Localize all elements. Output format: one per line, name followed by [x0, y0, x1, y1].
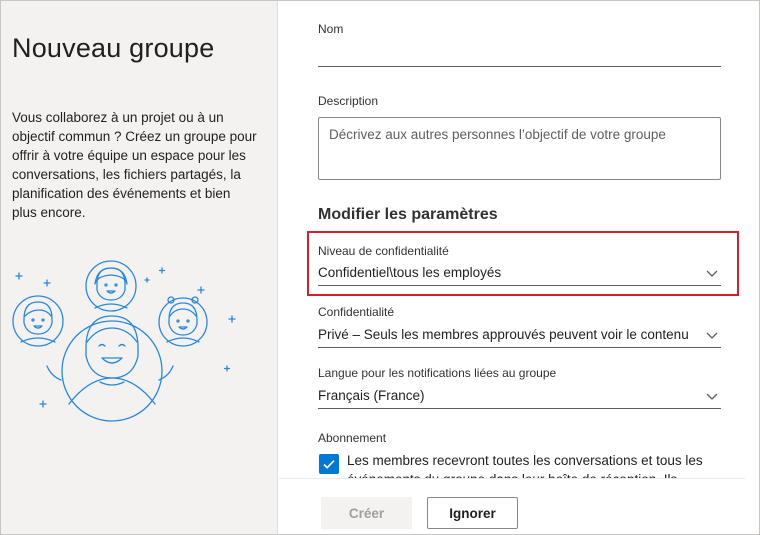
- subscription-checkbox[interactable]: [319, 454, 339, 474]
- chevron-down-icon: [706, 332, 718, 339]
- description-field[interactable]: Décrivez aux autres personnes l’objectif…: [318, 117, 721, 180]
- language-value: Français (France): [318, 388, 425, 403]
- privacy-dropdown[interactable]: Privé – Seuls les membres approuvés peuv…: [318, 322, 721, 348]
- language-label: Langue pour les notifications liées au g…: [318, 366, 557, 380]
- ignore-button[interactable]: Ignorer: [427, 497, 518, 529]
- sensitivity-dropdown[interactable]: Confidentiel\tous les employés: [318, 260, 721, 286]
- scrollbar-track[interactable]: [745, 1, 759, 534]
- name-field[interactable]: [318, 66, 721, 67]
- chevron-down-icon: [706, 270, 718, 277]
- create-button[interactable]: Créer: [321, 497, 412, 529]
- sensitivity-value: Confidentiel\tous les employés: [318, 265, 502, 280]
- dialog-title: Nouveau groupe: [12, 33, 215, 63]
- chevron-down-icon: [706, 393, 718, 400]
- left-panel: Nouveau groupe Vous collaborez à un proj…: [1, 1, 278, 534]
- name-label: Nom: [318, 22, 344, 36]
- checkmark-icon: [323, 460, 335, 469]
- privacy-value: Privé – Seuls les membres approuvés peuv…: [318, 327, 689, 342]
- language-dropdown[interactable]: Français (France): [318, 383, 721, 409]
- description-placeholder: Décrivez aux autres personnes l’objectif…: [329, 127, 666, 142]
- sensitivity-label: Niveau de confidentialité: [318, 244, 449, 258]
- description-label: Description: [318, 94, 379, 108]
- people-group-illustration: [12, 260, 236, 422]
- subscription-label: Abonnement: [318, 431, 387, 445]
- settings-title: Modifier les paramètres: [318, 206, 498, 223]
- dialog-footer: Créer Ignorer: [279, 478, 745, 534]
- privacy-label: Confidentialité: [318, 305, 395, 319]
- dialog-description: Vous collaborez à un projet ou à un obje…: [12, 110, 257, 220]
